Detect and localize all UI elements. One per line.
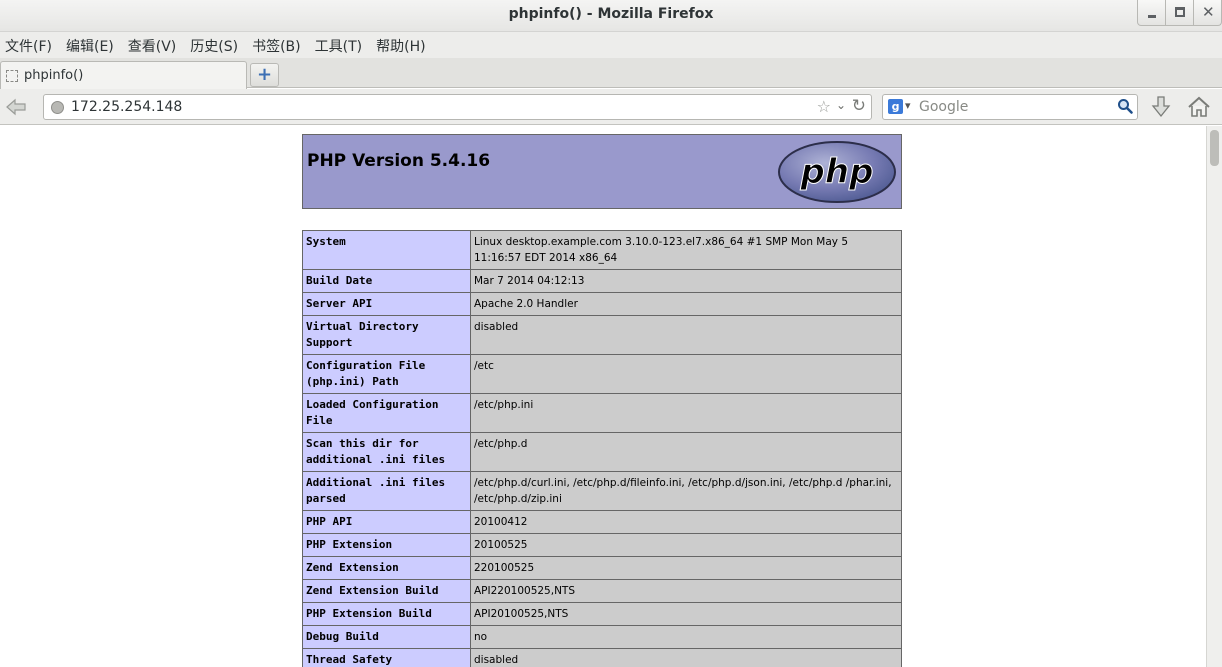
menu-tools[interactable]: 工具(T) [315,32,369,58]
search-icon[interactable] [1117,98,1133,114]
row-value: disabled [470,315,902,355]
minimize-icon [1148,15,1156,18]
table-row: Build Date Mar 7 2014 04:12:13 [302,269,902,293]
row-value: /etc/php.d [470,432,902,472]
close-button[interactable]: ✕ [1193,0,1222,26]
tab-strip: phpinfo() + [0,58,1222,89]
row-key: Loaded Configuration File [302,393,471,433]
row-key: Debug Build [302,625,471,649]
row-value: API20100525,NTS [470,602,902,626]
row-value: API220100525,NTS [470,579,902,603]
window-title: phpinfo() - Mozilla Firefox [508,6,714,22]
row-key: Zend Extension Build [302,579,471,603]
table-row: Thread Safety disabled [302,648,902,667]
row-key: Additional .ini files parsed [302,471,471,511]
back-button[interactable] [5,96,27,118]
table-row: Additional .ini files parsed/etc/php.d/c… [302,471,902,511]
table-row: System Linux desktop.example.com 3.10.0-1… [302,230,902,270]
table-row: Debug Build no [302,625,902,649]
home-icon [1188,96,1210,117]
maximize-icon [1175,7,1185,17]
google-engine-icon[interactable]: g [888,99,903,114]
scrollbar-thumb[interactable] [1210,130,1219,166]
table-row: PHP Extension Build API20100525,NTS [302,602,902,626]
row-value: disabled [470,648,902,667]
row-key: PHP Extension Build [302,602,471,626]
close-icon: ✕ [1202,3,1215,21]
row-value: /etc/php.d/curl.ini, /etc/php.d/fileinfo… [470,471,902,511]
menu-bar: 文件(F) 编辑(E) 查看(V) 历史(S) 书签(B) 工具(T) 帮助(H… [0,32,1222,58]
plus-icon: + [257,64,273,85]
row-key: Scan this dir for additional .ini files [302,432,471,472]
menu-file[interactable]: 文件(F) [5,32,59,58]
row-key: Thread Safety [302,648,471,667]
search-bar[interactable]: g ▾ [882,94,1138,120]
menu-help[interactable]: 帮助(H) [376,32,432,58]
table-row: Configuration File (php.ini) Path/etc [302,354,902,394]
page-content: PHP Version 5.4.16 php System Linux deskt… [0,126,1206,667]
row-key: PHP Extension [302,533,471,557]
row-value: 20100412 [470,510,902,534]
row-value: Apache 2.0 Handler [470,292,902,316]
table-row: Loaded Configuration File/etc/php.ini [302,393,902,433]
maximize-button[interactable] [1165,0,1194,26]
chevron-down-icon[interactable]: ⌄ [836,98,846,112]
row-key: Virtual Directory Support [302,315,471,355]
row-value: 20100525 [470,533,902,557]
globe-icon [51,101,64,114]
php-logo[interactable]: php [777,140,897,204]
table-row: PHP API 20100412 [302,510,902,534]
table-row: Virtual Directory Support disabled [302,315,902,355]
table-row: Zend Extension 220100525 [302,556,902,580]
php-logo-text: php [800,152,874,192]
new-tab-button[interactable]: + [250,63,279,87]
table-row: PHP Extension 20100525 [302,533,902,557]
vertical-scrollbar[interactable] [1206,126,1222,667]
reload-icon[interactable]: ↻ [852,96,866,116]
row-key: Configuration File (php.ini) Path [302,354,471,394]
downloads-button[interactable] [1149,95,1173,119]
row-key: System [302,230,471,270]
row-value: Linux desktop.example.com 3.10.0-123.el7… [470,230,902,270]
row-value: /etc [470,354,902,394]
search-input[interactable] [919,98,1109,116]
minimize-button[interactable] [1137,0,1166,26]
row-value: /etc/php.ini [470,393,902,433]
table-row: Zend Extension Build API220100525,NTS [302,579,902,603]
table-row: Scan this dir for additional .ini files /… [302,432,902,472]
window-controls: ✕ [1137,0,1222,28]
tab-phpinfo[interactable]: phpinfo() [0,61,247,89]
home-button[interactable] [1186,95,1212,119]
row-key: Server API [302,292,471,316]
row-key: Build Date [302,269,471,293]
table-row: Server API Apache 2.0 Handler [302,292,902,316]
row-value: Mar 7 2014 04:12:13 [470,269,902,293]
php-version-header: PHP Version 5.4.16 php [302,134,902,209]
engine-dropdown-icon[interactable]: ▾ [905,99,911,112]
bookmark-star-icon[interactable]: ☆ [817,97,831,116]
php-info-table: System Linux desktop.example.com 3.10.0-1… [302,230,902,667]
page-favicon-icon [6,70,18,82]
menu-bookmarks[interactable]: 书签(B) [252,32,308,58]
back-arrow-icon [6,98,26,116]
page-title: PHP Version 5.4.16 [307,151,491,171]
download-arrow-icon [1151,96,1171,118]
url-bar[interactable]: 172.25.254.148 ☆ ⌄ ↻ [43,94,872,120]
row-value: no [470,625,902,649]
url-input[interactable]: 172.25.254.148 [71,99,182,115]
row-value: 220100525 [470,556,902,580]
menu-edit[interactable]: 编辑(E) [66,32,121,58]
row-key: Zend Extension [302,556,471,580]
row-key: PHP API [302,510,471,534]
menu-history[interactable]: 历史(S) [190,32,245,58]
window-titlebar[interactable]: phpinfo() - Mozilla Firefox ✕ [0,0,1222,32]
navigation-toolbar: 172.25.254.148 ☆ ⌄ ↻ g ▾ [0,89,1222,125]
tab-label: phpinfo() [24,68,84,83]
menu-view[interactable]: 查看(V) [128,32,184,58]
